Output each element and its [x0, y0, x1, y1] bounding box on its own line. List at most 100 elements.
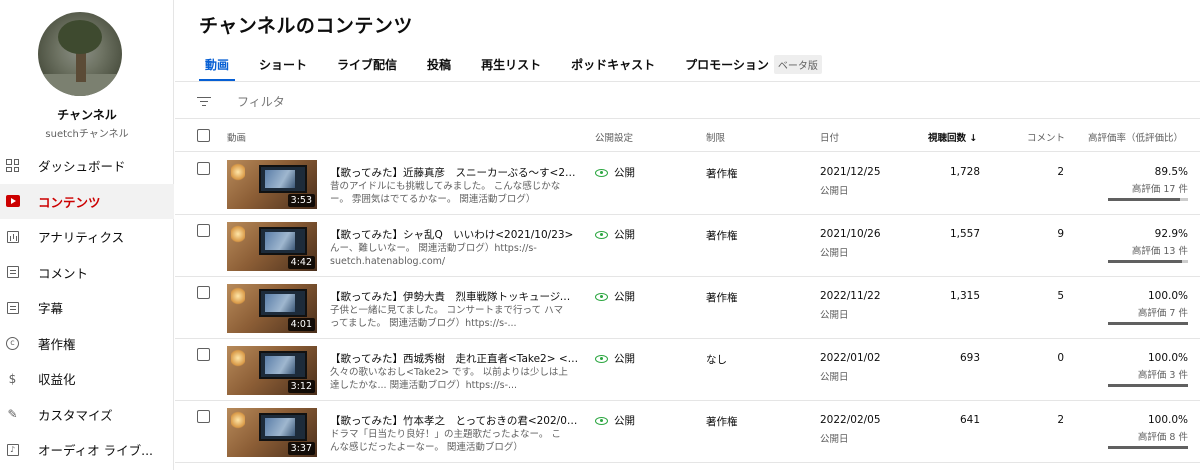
- like-percent: 92.9%: [1154, 228, 1188, 240]
- tab-live[interactable]: ライブ配信: [331, 48, 403, 81]
- header-views[interactable]: 視聴回数 ↓: [928, 130, 977, 144]
- row-checkbox[interactable]: [197, 162, 210, 175]
- visibility[interactable]: 公開: [595, 289, 635, 304]
- table-row[interactable]: 3:37 【歌ってみた】竹本孝之 とっておきの君<202/01/... ドラマ「…: [175, 401, 1200, 463]
- sidebar-item-copyright[interactable]: c 著作権: [0, 326, 174, 362]
- row-checkbox[interactable]: [197, 286, 210, 299]
- restriction: なし: [706, 354, 727, 366]
- sidebar-item-audio-library[interactable]: ♪ オーディオ ライブ...: [0, 432, 174, 468]
- video-thumbnail[interactable]: 4:01: [227, 284, 317, 333]
- tab-promotions[interactable]: プロモーション ベータ版: [679, 48, 828, 81]
- tab-posts[interactable]: 投稿: [421, 48, 457, 81]
- video-title[interactable]: 【歌ってみた】竹本孝之 とっておきの君<202/01/...: [330, 413, 580, 428]
- filter-icon[interactable]: [197, 96, 211, 108]
- header-comments: コメント: [1027, 133, 1066, 144]
- content-icon: [5, 194, 20, 209]
- like-percent: 89.5%: [1154, 166, 1188, 178]
- like-ratio-bar: [1108, 384, 1188, 387]
- beta-badge: ベータ版: [773, 55, 822, 74]
- tab-podcasts[interactable]: ポッドキャスト: [565, 48, 661, 81]
- video-thumbnail[interactable]: 3:53: [227, 160, 317, 209]
- sidebar-item-label: コンテンツ: [38, 194, 101, 210]
- header-video: 動画: [227, 133, 247, 144]
- select-all-checkbox[interactable]: [197, 129, 210, 142]
- like-count: 高評価 13 件: [1131, 246, 1188, 257]
- eye-icon: [595, 292, 608, 301]
- like-count: 高評価 8 件: [1137, 432, 1188, 443]
- like-count: 高評価 7 件: [1137, 308, 1188, 319]
- sidebar-item-dashboard[interactable]: ダッシュボード: [0, 148, 174, 184]
- copyright-icon: c: [5, 336, 20, 351]
- visibility-label: 公開: [614, 229, 635, 241]
- comment-count: 2: [1057, 166, 1064, 178]
- subtitles-icon: [5, 300, 20, 315]
- sidebar-item-label: アナリティクス: [38, 230, 125, 246]
- video-title[interactable]: 【歌ってみた】西城秀樹 走れ正直者<Take2> <20...: [330, 351, 580, 366]
- sidebar-item-label: コメント: [38, 265, 89, 281]
- video-description: 昔のアイドルにも挑戦してみました。 こんな感じかなー。 雰囲気はでてるかなー。 …: [330, 181, 561, 205]
- comment-count: 5: [1057, 290, 1064, 302]
- table-row[interactable]: 3:12 【歌ってみた】西城秀樹 走れ正直者<Take2> <20... 久々の…: [175, 339, 1200, 401]
- visibility[interactable]: 公開: [595, 413, 635, 428]
- channel-avatar[interactable]: [38, 12, 122, 96]
- header-date: 日付: [820, 133, 840, 144]
- video-title[interactable]: 【歌ってみた】伊勢大貴 烈車戦隊トッキュージャー...: [330, 289, 580, 304]
- sidebar-item-customize[interactable]: ✎ カスタマイズ: [0, 397, 174, 433]
- video-thumbnail[interactable]: 4:42: [227, 222, 317, 271]
- sidebar-item-subtitles[interactable]: 字幕: [0, 290, 174, 326]
- row-checkbox[interactable]: [197, 410, 210, 423]
- visibility-label: 公開: [614, 415, 635, 427]
- tab-playlists[interactable]: 再生リスト: [475, 48, 547, 81]
- table-row[interactable]: 4:42 【歌ってみた】シャ乱Q いいわけ<2021/10/23> んー、難しい…: [175, 215, 1200, 277]
- comment-count: 9: [1057, 228, 1064, 240]
- table-row[interactable]: 4:01 【歌ってみた】伊勢大貴 烈車戦隊トッキュージャー... 子供と一緒に見…: [175, 277, 1200, 339]
- header-likes: 高評価率（低評価比）: [1088, 133, 1184, 144]
- restriction: 著作権: [706, 168, 738, 180]
- audio-library-icon: ♪: [5, 442, 20, 457]
- sidebar-item-label: 字幕: [38, 301, 64, 317]
- sidebar-item-content[interactable]: コンテンツ: [0, 183, 174, 219]
- filter-input[interactable]: [237, 95, 437, 109]
- sidebar-item-label: 収益化: [38, 372, 76, 388]
- video-thumbnail[interactable]: 3:37: [227, 408, 317, 457]
- dashboard-icon: [5, 158, 20, 173]
- video-title[interactable]: 【歌ってみた】近藤真彦 スニーカーぶる〜す<202...: [330, 165, 580, 180]
- row-checkbox[interactable]: [197, 224, 210, 237]
- eye-icon: [595, 230, 608, 239]
- sidebar-item-label: ダッシュボード: [38, 159, 126, 175]
- visibility[interactable]: 公開: [595, 351, 635, 366]
- video-description: んー、難しいなー。 関連活動ブログ）https://s-suetch.haten…: [330, 243, 537, 267]
- tab-videos[interactable]: 動画: [199, 48, 236, 81]
- monetization-icon: $: [8, 371, 17, 386]
- visibility-label: 公開: [614, 291, 635, 303]
- tab-shorts[interactable]: ショート: [253, 48, 313, 81]
- publish-date-label: 公開日: [820, 186, 849, 197]
- sidebar: チャンネル suetchチャンネル ダッシュボード コンテンツ アナリティクス …: [0, 0, 174, 470]
- visibility[interactable]: 公開: [595, 227, 635, 242]
- view-count: 1,315: [949, 290, 980, 302]
- sidebar-item-comments[interactable]: コメント: [0, 255, 174, 291]
- view-count: 693: [959, 352, 980, 364]
- video-duration: 4:01: [287, 318, 315, 331]
- publish-date: 2021/10/26: [820, 228, 881, 240]
- table-header: 動画 公開設定 制限 日付 視聴回数 ↓ コメント 高評価率（低評価比）: [175, 119, 1200, 152]
- video-description: 久々の歌いなおし<Take2> です。 以前よりは少しは上達したかな... 関連…: [330, 367, 568, 391]
- like-percent: 100.0%: [1147, 414, 1188, 426]
- customize-icon: ✎: [7, 407, 18, 421]
- sidebar-nav: ダッシュボード コンテンツ アナリティクス コメント 字幕 c 著作権 $ 収益…: [0, 148, 174, 468]
- sidebar-item-monetization[interactable]: $ 収益化: [0, 361, 174, 397]
- video-title[interactable]: 【歌ってみた】シャ乱Q いいわけ<2021/10/23>: [330, 227, 580, 242]
- visibility[interactable]: 公開: [595, 165, 635, 180]
- video-thumbnail[interactable]: 3:12: [227, 346, 317, 395]
- publish-date-label: 公開日: [820, 248, 849, 259]
- sidebar-item-analytics[interactable]: アナリティクス: [0, 219, 174, 255]
- table-row[interactable]: 3:53 【歌ってみた】近藤真彦 スニーカーぶる〜す<202... 昔のアイドル…: [175, 153, 1200, 215]
- publish-date: 2022/11/22: [820, 290, 881, 302]
- publish-date-label: 公開日: [820, 372, 849, 383]
- video-duration: 3:53: [287, 194, 315, 207]
- sidebar-item-label: カスタマイズ: [38, 407, 113, 423]
- eye-icon: [595, 416, 608, 425]
- comment-count: 0: [1057, 352, 1064, 364]
- row-checkbox[interactable]: [197, 348, 210, 361]
- comments-icon: [5, 265, 20, 280]
